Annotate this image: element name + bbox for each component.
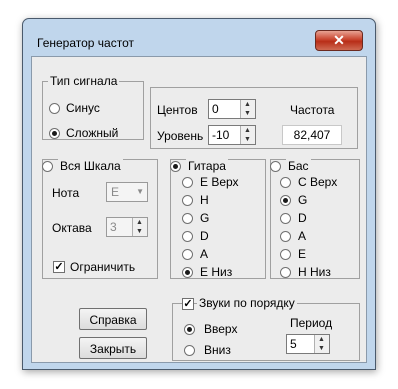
guitar-string-radio[interactable] bbox=[182, 267, 193, 278]
period-spinner[interactable]: 5 ▲ ▼ bbox=[286, 334, 330, 354]
bass-string-radio[interactable] bbox=[280, 267, 291, 278]
level-label: Уровень bbox=[157, 129, 204, 143]
guitar-string-label: E Верх bbox=[200, 175, 239, 189]
guitar-string-label: E Низ bbox=[200, 265, 233, 279]
arrow-down-icon[interactable]: ▼ bbox=[244, 110, 251, 117]
frequency-label: Частота bbox=[290, 103, 335, 117]
up-label: Вверх bbox=[204, 322, 238, 336]
cents-spinner[interactable]: 0 ▲ ▼ bbox=[208, 99, 256, 119]
complex-label: Сложный bbox=[66, 126, 119, 140]
guitar-string-label: H bbox=[200, 193, 209, 207]
bass-string-label: D bbox=[298, 211, 307, 225]
period-label: Период bbox=[290, 316, 333, 330]
arrow-up-icon[interactable]: ▲ bbox=[136, 219, 143, 226]
arrow-down-icon[interactable]: ▼ bbox=[318, 345, 325, 352]
complex-radio[interactable] bbox=[49, 128, 60, 139]
level-value: -10 bbox=[212, 128, 230, 142]
note-label: Нота bbox=[52, 186, 80, 200]
guitar-string-radio[interactable] bbox=[182, 177, 193, 188]
sine-radio[interactable] bbox=[49, 103, 60, 114]
guitar-string-label: A bbox=[200, 247, 209, 261]
bass-string-label: E bbox=[298, 247, 307, 261]
help-button-label: Справка bbox=[89, 313, 137, 327]
arrow-up-icon[interactable]: ▲ bbox=[244, 101, 251, 108]
guitar-radio[interactable] bbox=[170, 161, 181, 172]
guitar-title: Гитара bbox=[186, 159, 228, 173]
bass-string-label: G bbox=[298, 193, 308, 207]
cents-value: 0 bbox=[212, 102, 219, 116]
down-label: Вниз bbox=[204, 343, 231, 357]
bass-title: Бас bbox=[286, 159, 311, 173]
spinner-arrows[interactable]: ▲ ▼ bbox=[240, 126, 255, 144]
signal-type-title: Тип сигнала bbox=[48, 74, 120, 88]
spinner-arrows[interactable]: ▲ ▼ bbox=[132, 218, 147, 236]
guitar-string-label: G bbox=[200, 211, 210, 225]
close-icon: ✕ bbox=[333, 32, 345, 48]
limit-label: Ограничить bbox=[70, 260, 136, 274]
bass-string-label: A bbox=[298, 229, 307, 243]
whole-scale-title: Вся Шкала bbox=[58, 159, 123, 173]
guitar-string-radio[interactable] bbox=[182, 195, 193, 206]
bass-string-radio[interactable] bbox=[280, 177, 291, 188]
guitar-string-radio[interactable] bbox=[182, 249, 193, 260]
generator-window: Генератор частот ✕ Тип сигнала Синус Сло… bbox=[22, 18, 376, 370]
cents-label: Центов bbox=[157, 103, 198, 117]
octave-label: Октава bbox=[52, 221, 92, 235]
up-radio[interactable] bbox=[184, 324, 195, 335]
bass-string-radio[interactable] bbox=[280, 249, 291, 260]
dialog-body: Тип сигнала Синус Сложный Центов 0 ▲ ▼ Ур… bbox=[31, 56, 367, 363]
arrow-down-icon[interactable]: ▼ bbox=[136, 228, 143, 235]
spinner-arrows[interactable]: ▲ ▼ bbox=[240, 100, 255, 118]
guitar-string-label: D bbox=[200, 229, 209, 243]
arrow-down-icon[interactable]: ▼ bbox=[244, 136, 251, 143]
close-button[interactable]: Закрыть bbox=[79, 337, 147, 359]
guitar-string-radio[interactable] bbox=[182, 231, 193, 242]
close-window-button[interactable]: ✕ bbox=[315, 30, 363, 51]
level-spinner[interactable]: -10 ▲ ▼ bbox=[208, 125, 256, 145]
whole-scale-radio[interactable] bbox=[42, 161, 53, 172]
down-radio[interactable] bbox=[184, 345, 195, 356]
octave-value: 3 bbox=[110, 220, 117, 234]
sine-label: Синус bbox=[66, 101, 100, 115]
arrow-up-icon[interactable]: ▲ bbox=[244, 127, 251, 134]
bass-radio[interactable] bbox=[270, 161, 281, 172]
spinner-arrows[interactable]: ▲ ▼ bbox=[314, 335, 329, 353]
bass-string-radio[interactable] bbox=[280, 195, 291, 206]
arrow-up-icon[interactable]: ▲ bbox=[318, 336, 325, 343]
note-value: E bbox=[111, 185, 120, 199]
limit-checkbox[interactable]: ✓ bbox=[53, 261, 65, 273]
help-button[interactable]: Справка bbox=[79, 308, 147, 330]
close-button-label: Закрыть bbox=[89, 342, 137, 356]
note-select[interactable]: E ▼ bbox=[106, 182, 148, 202]
sequence-title: Звуки по порядку bbox=[197, 296, 297, 310]
period-value: 5 bbox=[290, 337, 297, 351]
bass-string-radio[interactable] bbox=[280, 231, 291, 242]
octave-spinner[interactable]: 3 ▲ ▼ bbox=[106, 217, 148, 237]
sequence-group bbox=[172, 303, 360, 361]
bass-string-label: H Низ bbox=[298, 265, 331, 279]
guitar-string-radio[interactable] bbox=[182, 213, 193, 224]
window-title: Генератор частот bbox=[37, 36, 134, 50]
bass-string-label: C Верх bbox=[298, 175, 338, 189]
bass-string-radio[interactable] bbox=[280, 213, 291, 224]
chevron-down-icon[interactable]: ▼ bbox=[136, 187, 144, 196]
sequence-checkbox[interactable]: ✓ bbox=[182, 298, 194, 310]
frequency-readout: 82,407 bbox=[282, 125, 342, 145]
